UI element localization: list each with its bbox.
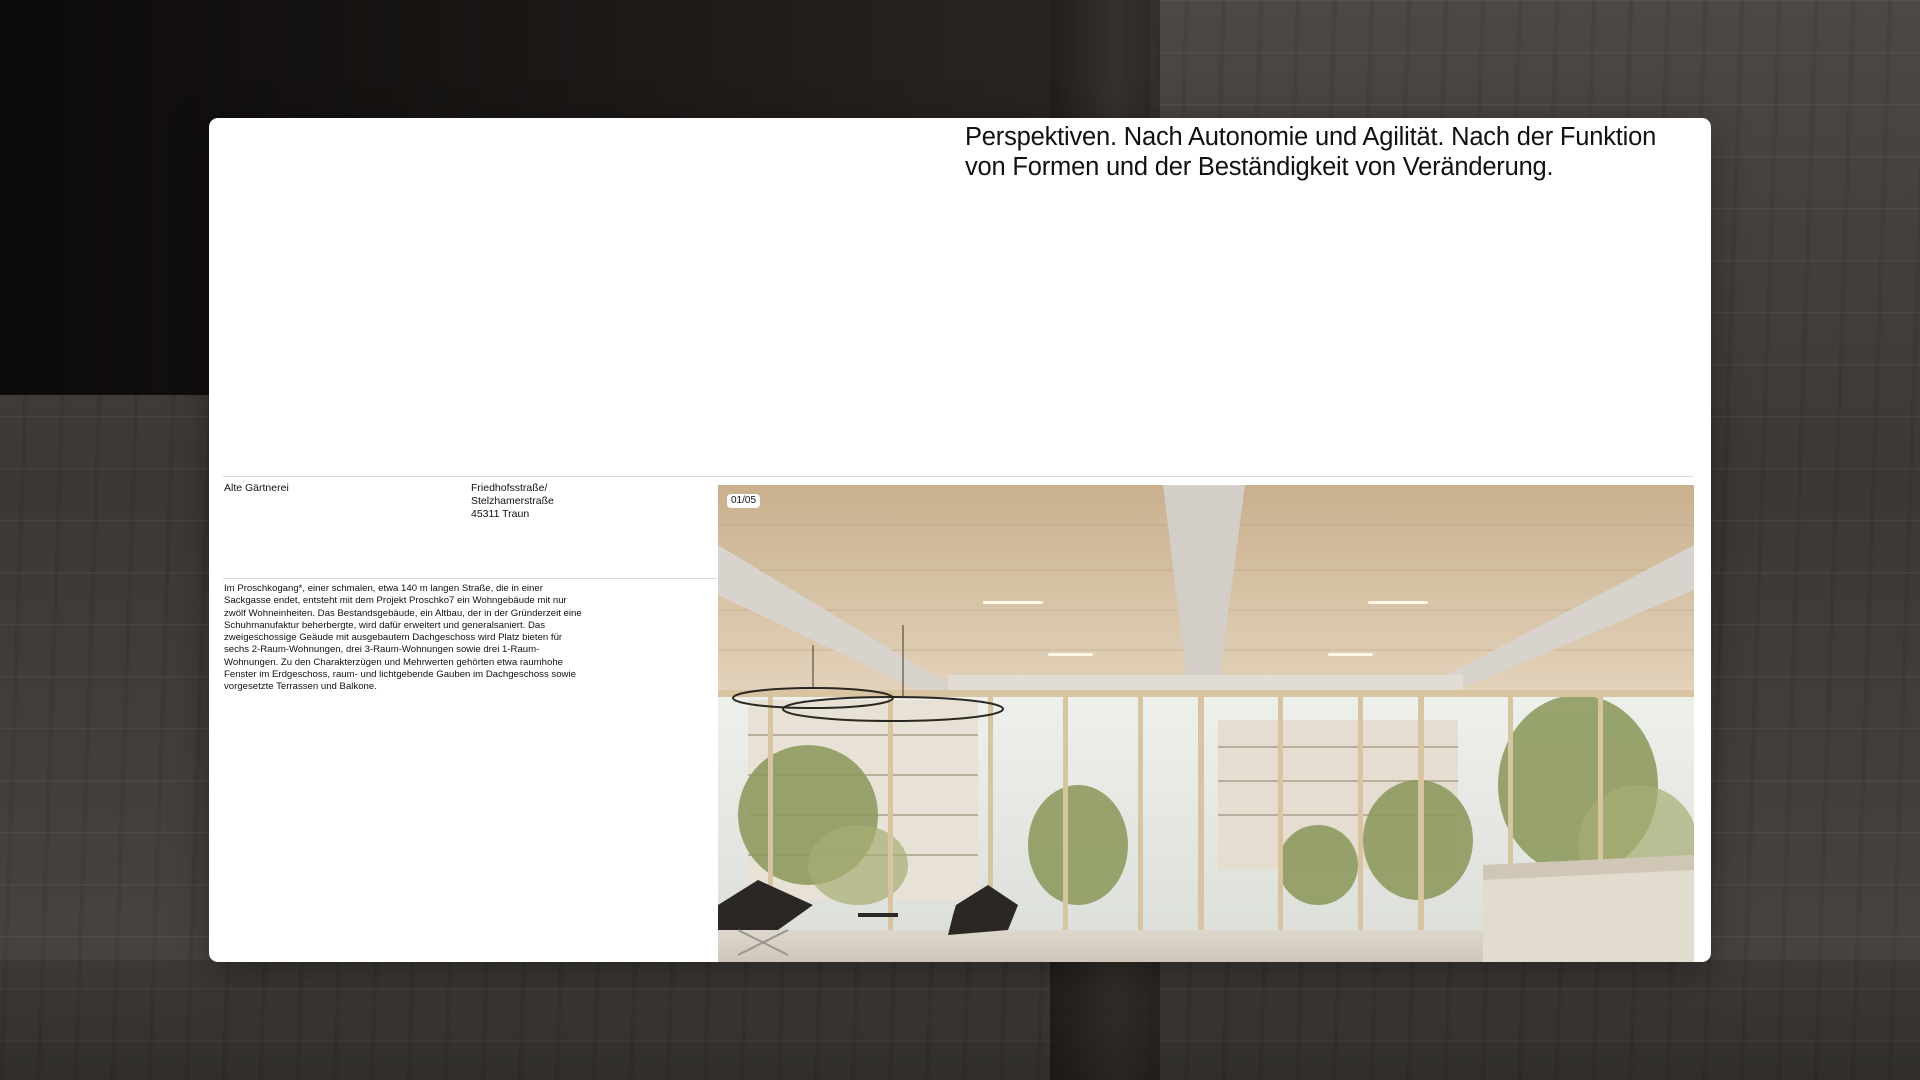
project-card: Perspektiven. Nach Autonomie und Agilitä…: [209, 118, 1711, 962]
address-line: Friedhofsstraße/: [471, 482, 548, 494]
project-description: Im Proschkogang*, einer schmalen, etwa 1…: [224, 583, 582, 693]
interior-rendering: [718, 485, 1694, 962]
address-line: Stelzhamerstraße: [471, 495, 554, 507]
section-divider: [223, 476, 1693, 477]
project-address: Friedhofsstraße/ Stelzhamerstraße 45311 …: [471, 482, 554, 521]
gallery-counter: 01/05: [727, 494, 761, 508]
headline: Perspektiven. Nach Autonomie und Agilitä…: [965, 123, 1657, 181]
text-divider: [223, 578, 717, 579]
project-name: Alte Gärtnerei: [224, 482, 289, 494]
address-line: 45311 Traun: [471, 508, 530, 520]
floor-shadow: [0, 960, 1920, 1080]
gallery-image[interactable]: 01/05: [718, 485, 1694, 962]
